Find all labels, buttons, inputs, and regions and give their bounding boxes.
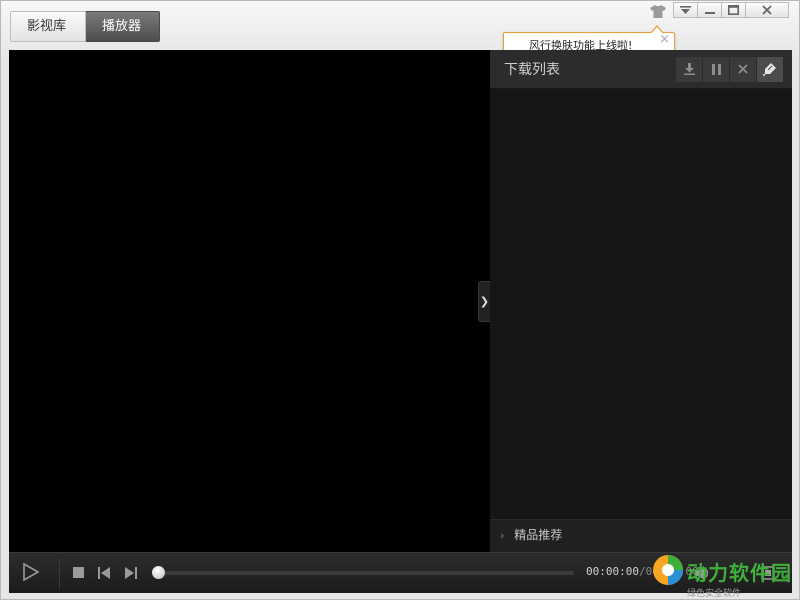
stop-icon[interactable] — [73, 567, 84, 578]
skin-icon[interactable] — [648, 3, 668, 19]
control-divider — [59, 559, 60, 589]
player-area: ❯ 下载列表 › 精品推荐 00:00:00/ — [9, 50, 792, 593]
clean-icon[interactable] — [757, 56, 784, 82]
download-panel: 下载列表 › 精品推荐 — [490, 50, 792, 552]
watermark-brand: 动力软件园 — [687, 561, 792, 585]
watermark-logo — [651, 553, 685, 591]
play-icon[interactable] — [23, 563, 39, 581]
tooltip-close-icon[interactable]: × — [659, 33, 670, 46]
pause-icon[interactable] — [703, 56, 730, 82]
window-controls — [673, 2, 789, 18]
delete-icon[interactable] — [730, 56, 757, 82]
close-icon[interactable] — [745, 2, 789, 18]
dropdown-icon[interactable] — [673, 2, 698, 18]
progress-knob[interactable] — [152, 566, 165, 579]
tab-player[interactable]: 播放器 — [86, 11, 160, 42]
maximize-icon[interactable] — [721, 2, 746, 18]
download-toolbar — [676, 56, 784, 82]
featured-recommendations-label: 精品推荐 — [514, 528, 563, 542]
progress-bar[interactable] — [156, 571, 574, 575]
next-icon[interactable] — [125, 567, 137, 579]
player-window: 影视库 播放器 风行换肤功能上线啦! × ❯ 下载列表 › 精品推荐 00:00… — [0, 0, 800, 600]
time-separator: / — [638, 565, 646, 578]
previous-icon[interactable] — [98, 567, 110, 579]
current-time: 00:00:00 — [586, 565, 639, 578]
download-panel-header: 下载列表 — [490, 50, 792, 89]
download-icon[interactable] — [676, 56, 703, 82]
site-watermark: 动力软件园 绿色安全软件 — [651, 553, 796, 600]
minimize-icon[interactable] — [697, 2, 722, 18]
chevron-right-icon: › — [500, 529, 505, 542]
download-list-title: 下载列表 — [504, 62, 560, 78]
watermark-slogan: 绿色安全软件 — [687, 589, 742, 599]
video-screen[interactable] — [9, 50, 490, 552]
featured-recommendations[interactable]: › 精品推荐 — [490, 519, 792, 552]
main-tabs: 影视库 播放器 — [10, 11, 160, 42]
tab-video-library[interactable]: 影视库 — [10, 11, 86, 42]
